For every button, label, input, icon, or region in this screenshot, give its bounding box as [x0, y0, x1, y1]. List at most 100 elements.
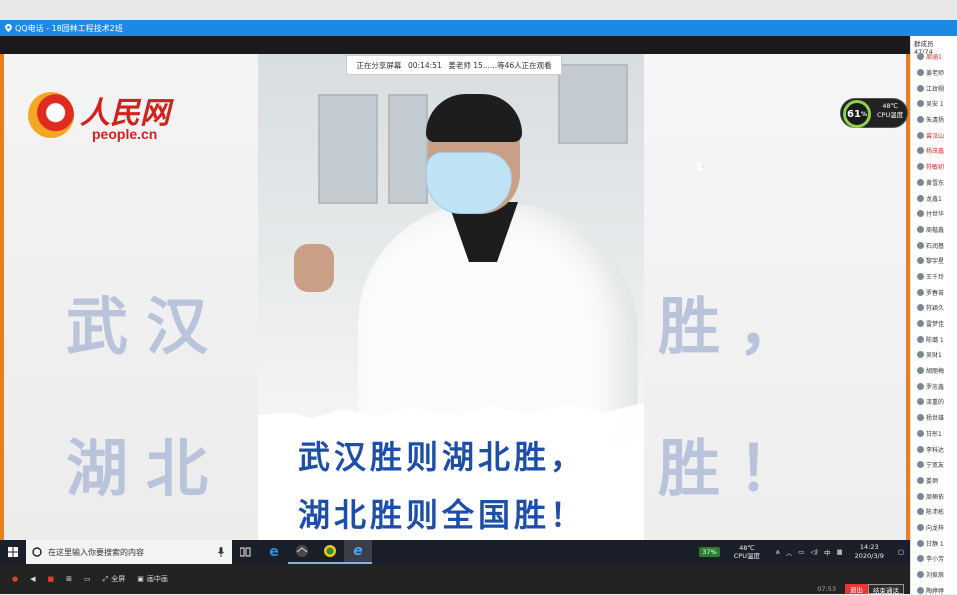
- member-list-item[interactable]: 陶婷婷: [911, 582, 957, 594]
- app-taskbar-button[interactable]: [288, 540, 316, 564]
- member-list-item[interactable]: 龙鑫1: [911, 190, 957, 206]
- call-duration: 07:53: [817, 585, 836, 593]
- camera-off-icon: ■: [47, 575, 55, 583]
- member-list-item[interactable]: 罗春苔: [911, 284, 957, 300]
- speaker-icon: ◀: [30, 575, 36, 583]
- member-name: 李科达: [926, 446, 945, 454]
- member-list-item[interactable]: 黄雪东: [911, 175, 957, 191]
- taskbar-search-box[interactable]: 在这里输入你要搜索的内容: [26, 540, 232, 564]
- member-name: 向龙梓: [926, 524, 945, 532]
- windows-start-button[interactable]: [0, 540, 26, 564]
- ime-indicator[interactable]: 中: [824, 547, 831, 557]
- people-icon[interactable]: ጸ: [776, 548, 780, 557]
- network-icon[interactable]: ▭: [798, 548, 804, 556]
- mic-toggle[interactable]: ●: [12, 575, 18, 583]
- member-list-item[interactable]: 泽重的: [911, 394, 957, 410]
- member-list-item[interactable]: 刘俊辰: [911, 567, 957, 583]
- microphone-icon[interactable]: [218, 547, 224, 557]
- member-list-item[interactable]: 陈沛栋: [911, 504, 957, 520]
- member-list-item[interactable]: 甘彤1: [911, 426, 957, 442]
- member-list-item[interactable]: 王千玲: [911, 269, 957, 285]
- member-avatar-icon: [917, 523, 924, 531]
- member-list-item[interactable]: 罗忠鑫: [911, 378, 957, 394]
- battery-indicator[interactable]: 37%: [699, 547, 720, 557]
- member-avatar-icon: [917, 100, 924, 108]
- member-list-item[interactable]: 甘静 1: [911, 535, 957, 551]
- cpu-monitor-widget[interactable]: 61% 48℃ CPU温度: [840, 98, 908, 128]
- member-list-panel: 群成员 47/74 周涵1 姜老师 江玟栩 吴安 1 朱清扬 曾汉山 杨茂鑫 符敏初 黄雪东 龙鑫…: [910, 36, 957, 594]
- member-list-item[interactable]: 江玟栩: [911, 80, 957, 96]
- end-call-button[interactable]: 结束通话: [868, 584, 904, 595]
- member-list-item[interactable]: 雷梦佳: [911, 316, 957, 332]
- member-list-item[interactable]: 娄炳: [911, 473, 957, 489]
- member-list-item[interactable]: 杨茂鑫: [911, 143, 957, 159]
- keyboard-icon[interactable]: ▦: [836, 548, 842, 556]
- share-screen-icon: ⊞: [66, 575, 72, 583]
- pip-button[interactable]: ▣ 画中画: [137, 574, 168, 584]
- member-list-item[interactable]: 周楠依: [911, 488, 957, 504]
- member-list-item[interactable]: 吴财1: [911, 347, 957, 363]
- member-name: 姜老师: [926, 70, 945, 78]
- member-list-item[interactable]: 朱清扬: [911, 112, 957, 128]
- call-toolbar: [0, 36, 910, 54]
- window-titlebar[interactable]: QQ电话 - 18园林工程技术2班: [0, 20, 957, 36]
- edge-taskbar-button[interactable]: e: [260, 540, 288, 564]
- member-name: 娄炳: [926, 477, 939, 485]
- system-tray: 37% 48℃ CPU温度 ጸ ︿ ▭ ◁) 中 ▦ 14:23 2020/3/…: [699, 540, 904, 564]
- member-list-item[interactable]: 黎宇星: [911, 253, 957, 269]
- member-name: 罗忠鑫: [926, 383, 945, 391]
- member-avatar-icon: [917, 320, 924, 328]
- member-avatar-icon: [917, 571, 924, 579]
- tray-cpu-temp[interactable]: 48℃ CPU温度: [734, 544, 760, 560]
- member-list-item[interactable]: 李科达: [911, 441, 957, 457]
- cpu-temp-label: CPU温度: [877, 111, 904, 119]
- member-avatar-icon: [917, 225, 924, 233]
- member-name: 周涵1: [926, 54, 942, 62]
- member-avatar-icon: [917, 492, 924, 500]
- slogan-line2: 湖北胜则全国胜！: [298, 496, 587, 534]
- whiteboard-button[interactable]: ▭: [84, 575, 91, 583]
- chevron-up-icon[interactable]: ︿: [786, 547, 793, 557]
- member-list-item[interactable]: 李小芳: [911, 551, 957, 567]
- member-avatar-icon: [917, 508, 924, 516]
- bg-text-right-row1: 胜，: [658, 290, 819, 363]
- share-screen-button[interactable]: ⊞: [66, 575, 72, 583]
- member-list-item[interactable]: 石润基: [911, 237, 957, 253]
- exit-button[interactable]: 退出: [845, 584, 868, 594]
- member-list-item[interactable]: 付世华: [911, 206, 957, 222]
- member-name: 付世华: [926, 211, 945, 219]
- member-list-item[interactable]: 胡丽梅: [911, 363, 957, 379]
- taskbar-search-placeholder: 在这里输入你要搜索的内容: [48, 547, 144, 557]
- member-name: 曾汉山: [926, 132, 945, 140]
- speaker-toggle[interactable]: ◀: [30, 575, 35, 583]
- member-list: 周涵1 姜老师江玟栩 吴安 1 朱清扬曾汉山杨茂鑫符敏初黄雪东 龙鑫1 付世华周楷鑫石润基…: [911, 49, 957, 594]
- pip-icon: ▣: [137, 575, 144, 583]
- member-list-item[interactable]: 姜老师: [911, 65, 957, 81]
- member-list-item[interactable]: 杨世雄: [911, 410, 957, 426]
- member-list-item[interactable]: 吴安 1: [911, 96, 957, 112]
- member-avatar-icon: [917, 194, 924, 202]
- member-avatar-icon: [917, 178, 924, 186]
- member-name: 周楷鑫: [926, 226, 945, 234]
- fullscreen-button[interactable]: ⤢ 全屏: [103, 574, 126, 584]
- member-list-item[interactable]: 向龙梓: [911, 520, 957, 536]
- member-list-item[interactable]: 陈璐 1: [911, 331, 957, 347]
- member-list-item[interactable]: 曾汉山: [911, 127, 957, 143]
- fullscreen-icon: ⤢: [102, 574, 109, 583]
- logo-subtext: people.cn: [92, 126, 158, 142]
- ie-taskbar-button[interactable]: e: [344, 540, 372, 564]
- member-list-item[interactable]: 符颖久: [911, 300, 957, 316]
- member-list-item[interactable]: 周楷鑫: [911, 222, 957, 238]
- people-cn-logo: 人民网 people.cn: [28, 88, 178, 148]
- taskbar-clock[interactable]: 14:23 2020/3/9: [855, 543, 884, 561]
- whiteboard-icon: ▭: [84, 575, 91, 583]
- volume-icon[interactable]: ◁): [810, 548, 818, 556]
- task-view-button[interactable]: [232, 540, 260, 564]
- member-list-item[interactable]: 宁宽友: [911, 457, 957, 473]
- qq-taskbar-button[interactable]: [316, 540, 344, 564]
- camera-toggle[interactable]: ■: [48, 575, 55, 583]
- notification-icon[interactable]: ▢: [898, 548, 904, 556]
- member-list-item[interactable]: 符敏初: [911, 159, 957, 175]
- location-pin-icon: [5, 24, 12, 32]
- member-name: 符敏初: [926, 164, 945, 172]
